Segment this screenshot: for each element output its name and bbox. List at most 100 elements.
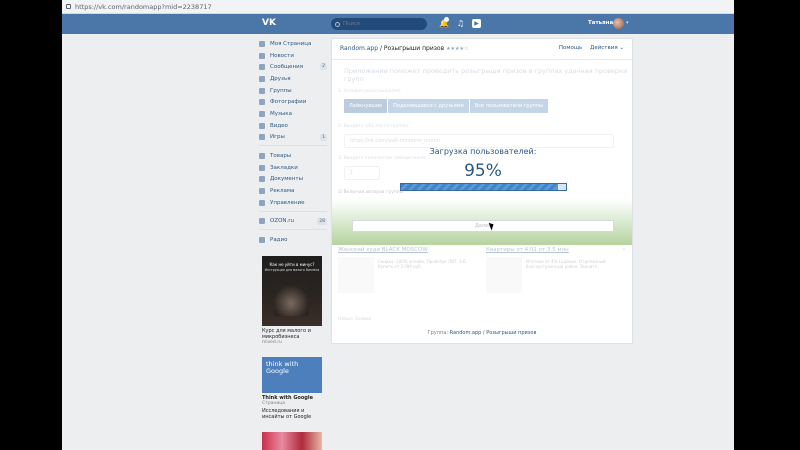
ad-card-image[interactable] xyxy=(338,257,374,293)
loading-progress-bar xyxy=(400,183,567,191)
ad-image[interactable]: Как не уйти в минус? Инструкция для мало… xyxy=(262,256,322,326)
ad-image-graphic xyxy=(274,284,308,316)
sidebar-item-groups[interactable]: Группы xyxy=(259,85,327,97)
ad-card-title[interactable]: Квартиры от 4.01 от 3.5 млн xyxy=(486,247,628,253)
photos-icon xyxy=(259,99,265,106)
next-button[interactable]: Далее xyxy=(352,220,614,232)
chevron-down-icon[interactable]: ▾ xyxy=(626,20,629,26)
panel-footer-text: Новые Заявки xyxy=(338,317,372,322)
ad-block-3[interactable] xyxy=(262,432,322,450)
groups-icon xyxy=(259,87,265,94)
lock-icon xyxy=(66,4,71,9)
app-icon xyxy=(259,218,265,225)
ad-cards: Женский худи BLACK MOSCOW Скидка -100% о… xyxy=(338,247,628,317)
sidebar-item-music[interactable]: Музыка xyxy=(259,108,327,120)
sidebar-item-bookmarks[interactable]: Закладки xyxy=(259,162,327,174)
sidebar-item-goods[interactable]: Товары xyxy=(259,150,327,162)
ads-icon xyxy=(259,188,265,195)
sidebar-item-ads[interactable]: Реклама xyxy=(259,185,327,197)
actions-menu[interactable]: Действия ⌄ xyxy=(590,45,624,51)
loading-progress-fill xyxy=(401,184,558,190)
play-icon[interactable]: ▶ xyxy=(472,19,481,28)
sidebar-item-manage[interactable]: Управление xyxy=(259,197,327,209)
ozon-count-badge: 28 xyxy=(317,217,327,225)
ad-card[interactable]: Квартиры от 4.01 от 3.5 млн ✕ Ипотека от… xyxy=(486,247,628,317)
games-icon xyxy=(259,134,265,141)
radio-icon xyxy=(259,237,265,244)
sidebar-item-messages[interactable]: Сообщения 2 xyxy=(259,61,327,73)
divider xyxy=(332,59,632,60)
app-panel: Random.app / Розыгрыши призов ★★★★☆ Помо… xyxy=(331,38,633,344)
ad-image-subtitle: Инструкция для малого бизнеса xyxy=(264,268,320,272)
notification-badge xyxy=(444,17,449,22)
notifications-bell-icon[interactable]: 🔔 xyxy=(439,17,449,28)
group-link[interactable]: Random.app / Розыгрыши призов xyxy=(450,330,537,336)
url-text[interactable]: https://vk.com/randomapp?mid=2238717 xyxy=(75,3,212,11)
ad-source: mixed.ru xyxy=(262,340,282,345)
label-url: 2. Введите URL поста группы: xyxy=(338,124,410,129)
ad-title[interactable]: Курс для малого и микробизнеса xyxy=(262,328,322,340)
news-icon xyxy=(259,52,265,59)
ad-card-desc: Скидка -100% онлайн. Прайсбук ЛИТ. 3-6. … xyxy=(378,259,467,269)
search-icon xyxy=(335,21,340,27)
mode-tabs: Лайкнувшие Поделившиеся с друзьями Все п… xyxy=(344,99,549,113)
sidebar-item-radio[interactable]: Радио xyxy=(259,234,327,246)
messages-icon xyxy=(259,64,265,71)
app-page-title: Розыгрыши призов xyxy=(383,45,445,52)
user-name[interactable]: Татьяна xyxy=(588,20,613,26)
sidebar-item-ozon[interactable]: OZON.ru 28 xyxy=(259,216,327,228)
tab-liked[interactable]: Лайкнувшие xyxy=(344,99,388,113)
browser-address-bar[interactable]: https://vk.com/randomapp?mid=2238717 xyxy=(62,0,734,14)
tab-all-members[interactable]: Все пользователи группы xyxy=(469,99,549,113)
vk-header: VK 🔔 ♫ ▶ Татьяна ▾ xyxy=(62,14,734,34)
ad-block-1[interactable]: Как не уйти в минус? Инструкция для мало… xyxy=(262,256,322,345)
ad-type: Страница xyxy=(262,401,286,406)
document-icon xyxy=(259,176,265,183)
left-menu: Моя Страница Новости Сообщения 2 Друзья Г… xyxy=(259,38,327,246)
sidebar-item-news[interactable]: Новости xyxy=(259,50,327,62)
ad-card-title[interactable]: Женский худи BLACK MOSCOW xyxy=(338,247,480,253)
search-box[interactable] xyxy=(331,18,427,30)
include-authors-checkbox[interactable]: ☑ Включая авторов группы xyxy=(338,190,403,195)
music-note-icon[interactable]: ♫ xyxy=(456,19,465,28)
video-icon xyxy=(259,122,265,129)
manage-icon xyxy=(259,199,265,206)
goods-icon xyxy=(259,153,265,160)
menu-divider xyxy=(259,145,327,147)
sidebar-item-my-page[interactable]: Моя Страница xyxy=(259,38,327,50)
rating-stars: ★★★★☆ xyxy=(446,46,469,52)
home-icon xyxy=(259,40,265,47)
messages-count-badge: 2 xyxy=(320,63,327,71)
ad-block-2[interactable]: think with Google Think with Google Стра… xyxy=(262,357,322,420)
ad-card[interactable]: Женский худи BLACK MOSCOW Скидка -100% о… xyxy=(338,247,480,317)
ad-image-think-with-google[interactable]: think with Google xyxy=(262,357,322,393)
screen: https://vk.com/randomapp?mid=2238717 VK … xyxy=(62,0,734,450)
vk-logo-icon[interactable]: VK xyxy=(262,18,278,29)
group-footer: Группа: Random.app / Розыгрыши призов xyxy=(427,330,537,336)
ad-image-title: Как не уйти в минус? xyxy=(269,262,315,267)
sidebar-item-documents[interactable]: Документы xyxy=(259,174,327,186)
ad-card-image[interactable] xyxy=(486,257,522,293)
close-icon[interactable]: ✕ xyxy=(622,247,626,253)
ad-card-desc: Ипотека от 4% годовых. Отделанный благоу… xyxy=(526,259,606,269)
friends-icon xyxy=(259,75,265,82)
sidebar-item-games[interactable]: Игры 1 xyxy=(259,132,327,144)
games-count-badge: 1 xyxy=(320,133,327,141)
bookmark-icon xyxy=(259,164,265,171)
search-input[interactable] xyxy=(343,21,423,27)
sidebar-item-photos[interactable]: Фотографии xyxy=(259,96,327,108)
loading-title: Загрузка пользователей: xyxy=(429,147,537,156)
ad-image[interactable] xyxy=(262,432,322,450)
avatar[interactable] xyxy=(613,18,624,29)
sidebar-item-friends[interactable]: Друзья xyxy=(259,73,327,85)
tab-shared[interactable]: Поделившиеся с друзьями xyxy=(388,99,469,113)
help-link[interactable]: Помощь xyxy=(559,45,582,51)
menu-divider xyxy=(259,210,327,212)
ad-description: Исследования и инсайты от Google xyxy=(262,408,312,420)
loading-percent: 95% xyxy=(464,161,502,181)
app-name-link[interactable]: Random.app xyxy=(340,45,378,52)
sidebar-item-video[interactable]: Видео xyxy=(259,120,327,132)
music-icon xyxy=(259,110,265,117)
post-url-field[interactable]: https://vk.com/wall-nnnnnnn_nnnnn xyxy=(344,134,614,148)
app-title: Random.app / Розыгрыши призов ★★★★☆ xyxy=(340,45,469,52)
